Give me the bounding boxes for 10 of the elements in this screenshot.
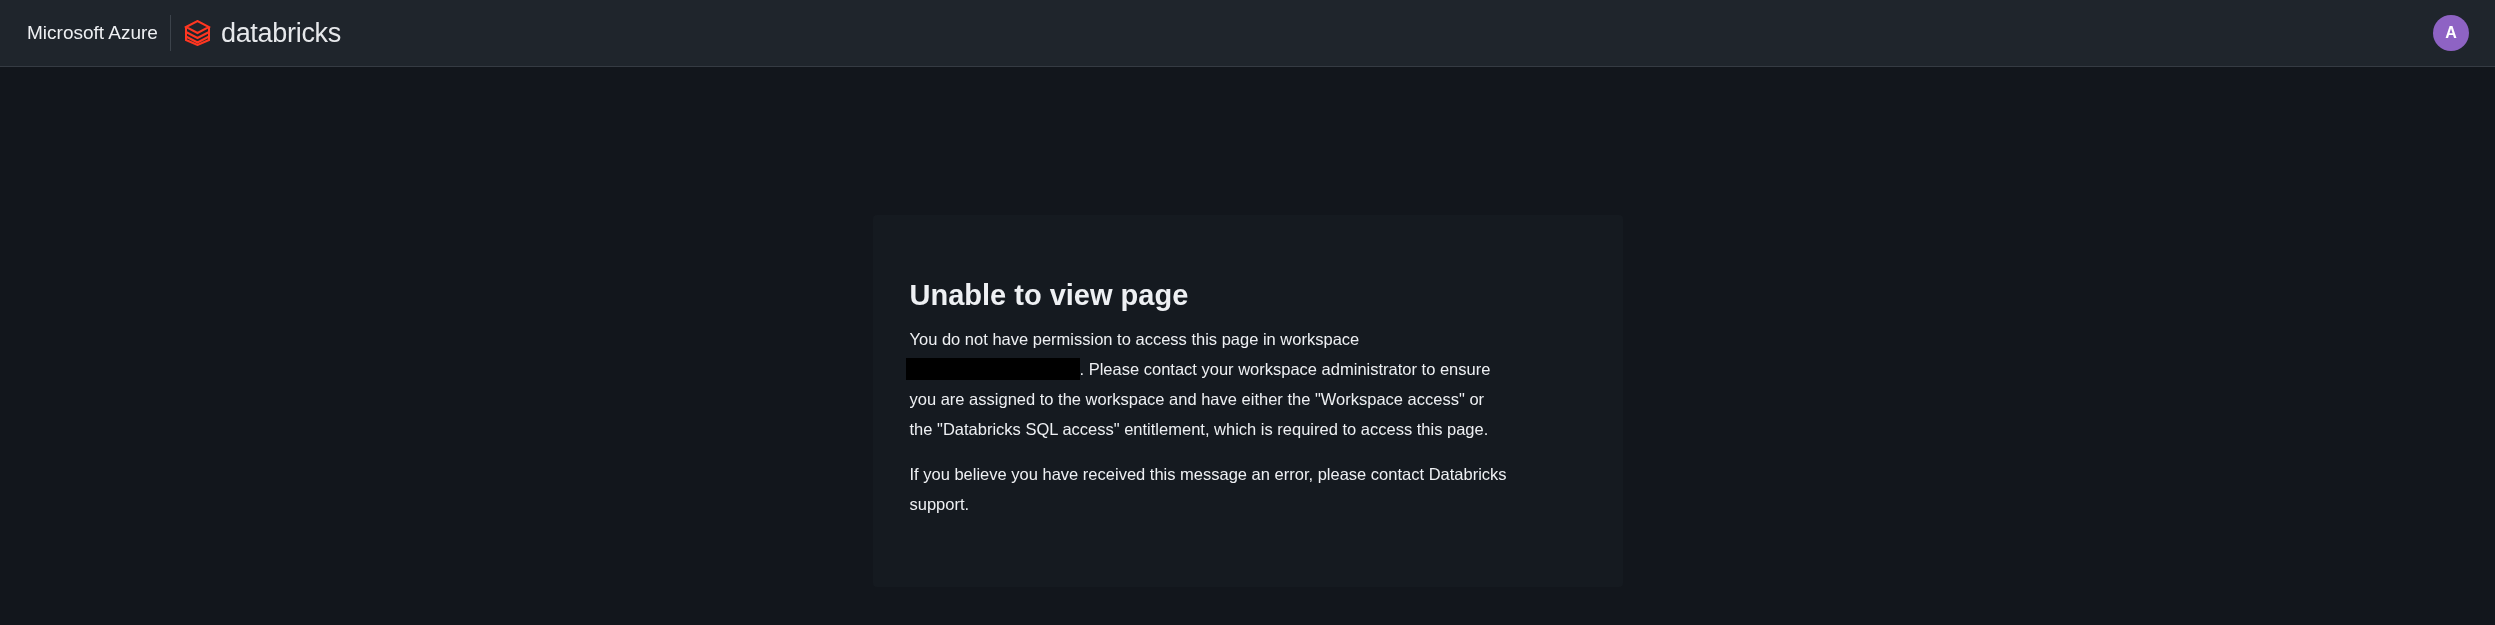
message-text: You do not have permission to access this page in workspace: [909, 329, 1360, 350]
message-text: . Please contact your workspace administrator to ensure: [1079, 359, 1491, 380]
brand-name: Microsoft Azure: [27, 22, 158, 44]
layered-logo-icon: [183, 20, 211, 46]
page-title: Unable to view page: [909, 279, 1190, 312]
message-text: you are assigned to the workspace and have either the "Workspace access" or: [909, 389, 1485, 410]
product-name: databricks: [220, 17, 341, 49]
message-text: the "Databricks SQL access" entitlement, which is required to access this page.: [909, 419, 1489, 440]
user-avatar[interactable]: A: [2433, 15, 2469, 51]
message-text: If you believe you have received this message an error, please contact Databricks support.: [909, 464, 1508, 515]
